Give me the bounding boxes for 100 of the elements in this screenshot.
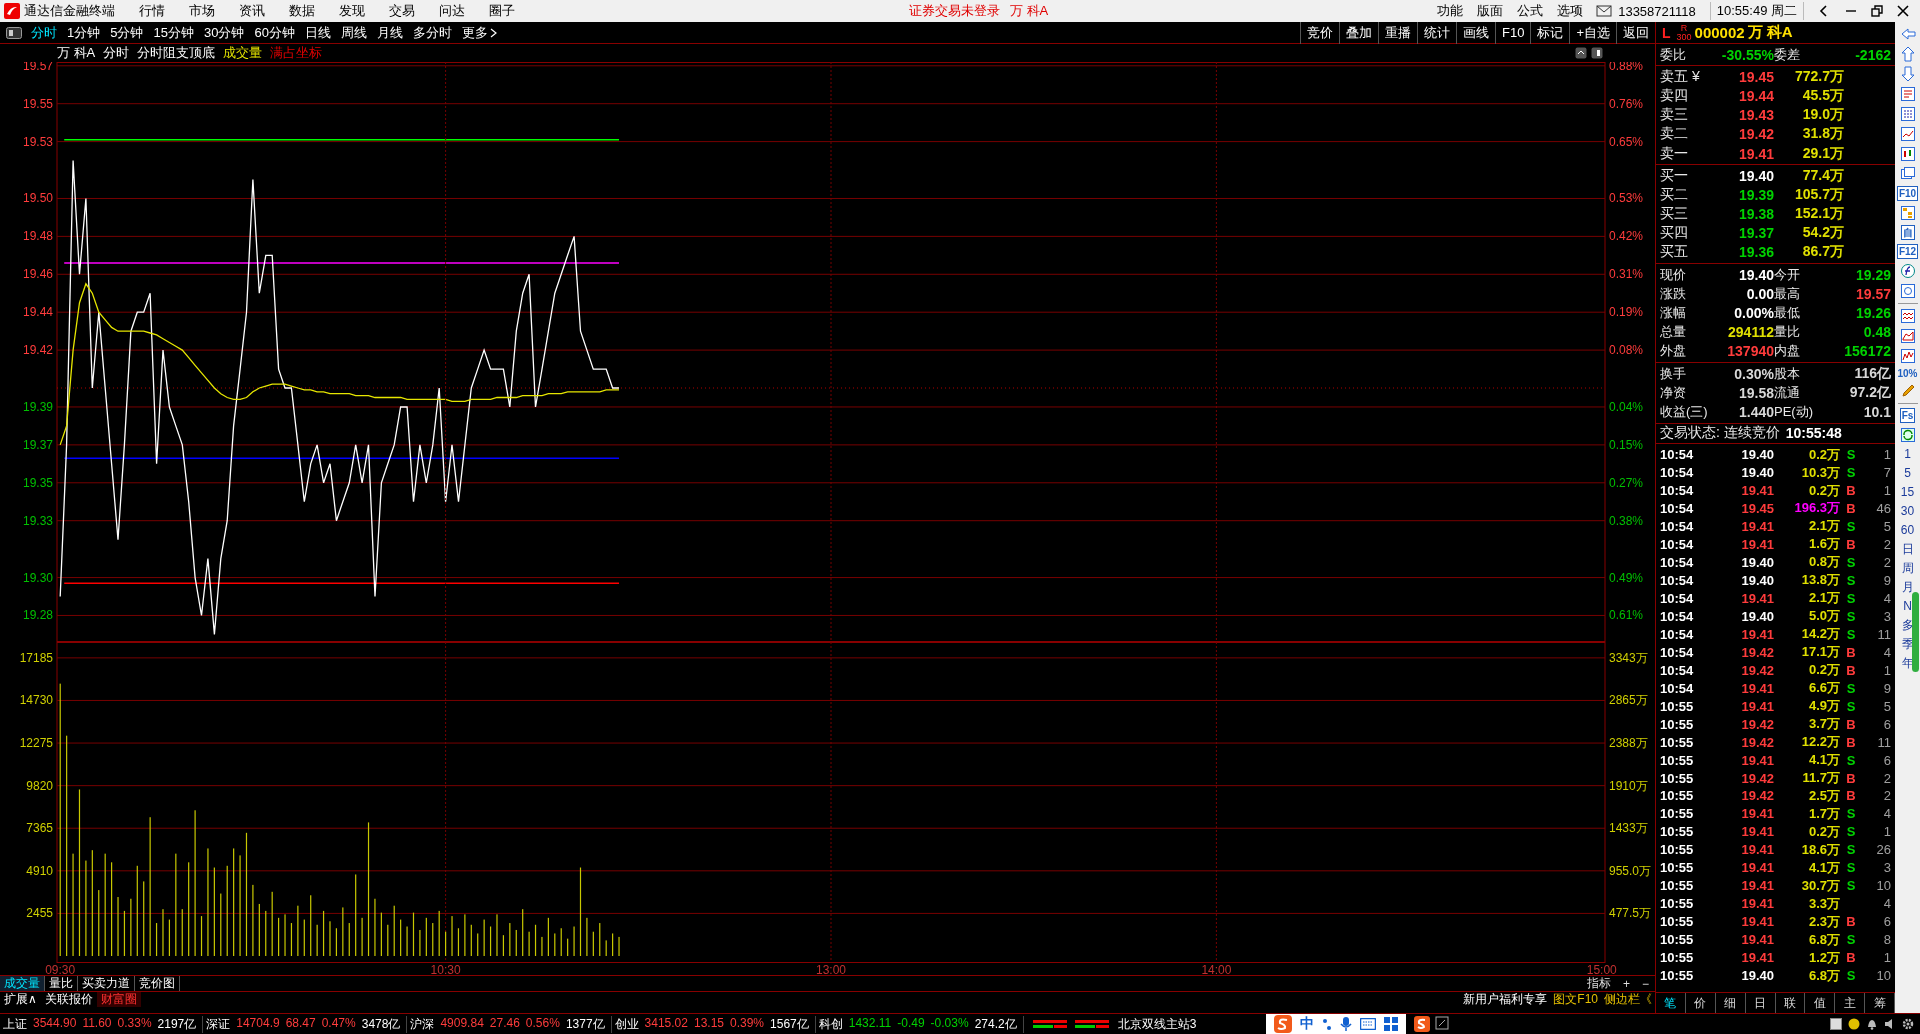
expand-icon[interactable] [1575,47,1587,59]
period-button[interactable]: 季 [1901,637,1914,652]
toolbar-button[interactable]: 画线 [1456,21,1495,44]
period-button[interactable]: 30 [1900,504,1915,519]
indicator-button[interactable]: − [1636,976,1655,991]
area-chart-icon[interactable] [1899,328,1916,344]
link[interactable]: 财富圈 [96,992,141,1007]
toolbar-button[interactable]: +自选 [1569,21,1616,44]
window-icon[interactable] [1830,1018,1842,1030]
microphone-icon[interactable] [1340,1016,1353,1032]
candlestick-icon[interactable] [1899,146,1916,162]
function-key[interactable]: F10 [1896,186,1919,201]
percent-button[interactable]: 10% [1897,368,1918,379]
function-key[interactable]: Fs [1899,408,1916,423]
period-button[interactable]: N [1903,599,1912,614]
panel-icon[interactable] [1591,47,1603,59]
coin-icon[interactable] [1848,1018,1860,1030]
period-button[interactable]: 日 [1901,542,1914,557]
period-button[interactable]: 周 [1901,561,1914,576]
indicator-button[interactable]: + [1616,976,1636,991]
menu-item[interactable]: 圈子 [477,2,527,20]
indicator-name[interactable]: 成交量 [223,44,263,62]
period-tab[interactable]: 更多 [456,23,502,42]
period-tab[interactable]: 日线 [299,23,336,42]
ime-logo-icon[interactable] [1414,1016,1431,1032]
windows-icon[interactable] [1899,166,1916,182]
link[interactable]: 新用户福利专享 [1460,992,1551,1007]
mail-icon[interactable] [1596,5,1613,17]
period-tab[interactable]: 分时 [26,23,62,42]
scrollbar-thumb[interactable] [1912,592,1919,672]
link[interactable]: 侧边栏《 [1601,992,1655,1007]
indicator-name[interactable]: 分时阻支顶底 [137,44,216,62]
indicator-tab[interactable]: 量比 [45,976,78,991]
menu-item[interactable]: 选项 [1550,2,1591,20]
punctuation-icon[interactable] [1322,1017,1333,1031]
period-button[interactable]: 多 [1901,618,1914,633]
toolbar-button[interactable]: 统计 [1417,21,1456,44]
period-tab[interactable]: 15分钟 [148,23,199,42]
close-icon[interactable] [1895,3,1911,19]
menu-item[interactable]: 版面 [1470,2,1511,20]
toolbar-button[interactable]: 竞价 [1300,21,1339,44]
period-tab[interactable]: 多分时 [407,23,457,42]
link[interactable]: 图文F10 [1550,992,1601,1007]
period-button[interactable]: 5 [1904,466,1911,481]
bell-icon[interactable] [1866,1018,1878,1030]
keyboard-icon[interactable] [1360,1018,1377,1030]
up-arrow-icon[interactable] [1899,46,1916,62]
period-tab[interactable]: 5分钟 [105,23,149,42]
indicator-tab[interactable]: 成交量 [0,976,45,991]
menu-item[interactable]: 资讯 [227,2,277,20]
toolbar-button[interactable]: 标记 [1530,21,1570,44]
toolbar-button[interactable]: 叠加 [1339,21,1378,44]
period-button[interactable]: 月 [1901,580,1914,595]
period-button[interactable]: 1 [1904,447,1911,462]
pencil-icon[interactable] [1899,383,1916,399]
function-icon[interactable] [1899,263,1916,279]
refresh-icon[interactable] [1899,427,1916,443]
index-name[interactable]: 沪深 [410,1015,435,1033]
toolbar-button[interactable]: 重播 [1378,21,1417,44]
period-tab[interactable]: 30分钟 [198,23,250,42]
index-name[interactable]: 上证 [3,1015,27,1033]
multi-line-icon[interactable] [1899,348,1916,364]
period-tab[interactable]: 周线 [335,23,372,42]
index-name[interactable]: 深证 [206,1015,231,1033]
panel-toggle-icon[interactable] [6,26,22,39]
input-mode[interactable]: 中 [1300,1015,1315,1033]
link[interactable]: 关联报价 [40,992,97,1007]
period-tab[interactable]: 月线 [371,23,408,42]
scale-mode[interactable]: 满占坐标 [270,44,323,62]
list-icon[interactable] [1899,86,1916,102]
down-arrow-icon[interactable] [1899,66,1916,82]
indicator-button[interactable]: 指标 [1580,975,1617,992]
indicator-tab[interactable]: 买卖力道 [78,976,135,991]
menu-item[interactable]: 问达 [427,2,477,20]
tree-icon[interactable] [1899,205,1916,221]
server-name[interactable]: 北京双线主站3 [1117,1015,1197,1033]
period-tab[interactable]: 60分钟 [249,23,300,42]
menu-item[interactable]: 交易 [377,2,427,20]
menu-item[interactable]: 功能 [1430,2,1471,20]
menu-item[interactable]: 行情 [127,2,177,20]
toolbar-button[interactable]: F10 [1495,21,1531,44]
menu-item[interactable]: 市场 [177,2,227,20]
function-key[interactable]: F12 [1896,244,1919,259]
index-name[interactable]: 科创 [818,1015,843,1033]
line-chart-icon[interactable] [1899,126,1916,142]
link[interactable]: 扩展∧ [0,992,41,1007]
period-tab[interactable]: 1分钟 [62,23,106,42]
menu-item[interactable]: 公式 [1510,2,1551,20]
restore-icon[interactable] [1869,3,1885,19]
toolbar-button[interactable]: 返回 [1616,21,1655,44]
period-button[interactable]: 60 [1900,523,1915,538]
period-button[interactable]: 15 [1900,485,1915,500]
wave-chart-icon[interactable] [1899,308,1916,324]
menu-item[interactable]: 数据 [277,2,327,20]
grid-icon[interactable] [1384,1017,1399,1031]
function-key[interactable]: 自 [1900,225,1915,240]
left-arrow-icon[interactable] [1899,26,1916,42]
table-icon[interactable] [1899,106,1916,122]
chart-mode[interactable]: 分时 [103,44,130,62]
index-name[interactable]: 创业 [614,1015,639,1033]
